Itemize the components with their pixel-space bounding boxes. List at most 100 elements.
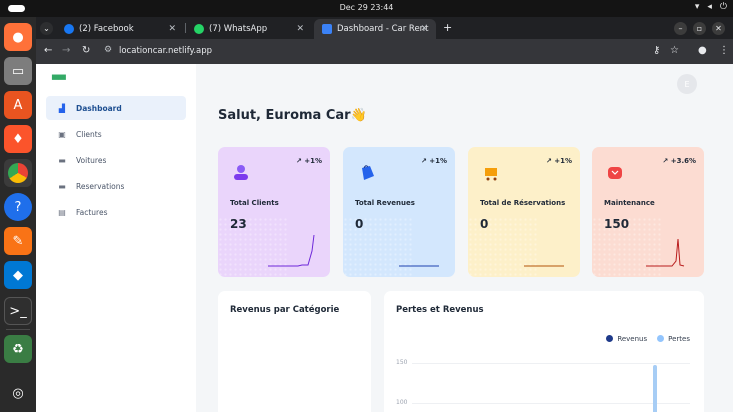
gridline [412,363,690,364]
card-value: 0 [355,217,364,231]
browser-window: ⌄ (2) Facebook ✕ (7) WhatsApp ✕ Dashboar… [36,17,733,412]
tab-label: (2) Facebook [79,24,134,34]
legend-label: Pertes [668,335,690,343]
car-logo-icon[interactable]: ▀▀ [52,76,66,86]
sidebar-item-clients[interactable]: ▣ Clients [46,122,186,146]
y-tick-label: 100 [396,399,408,406]
user-icon: ▣ [58,129,66,139]
trend-value: +1% [554,157,572,165]
chart-bar-pertes[interactable] [653,365,657,412]
os-top-bar: Dec 29 23:44 ▾ ◂ ⏻ [0,0,733,17]
sparkline [646,238,685,267]
brave-icon[interactable]: ♦ [4,125,32,153]
trash-icon[interactable]: ♻ [4,335,32,363]
sidebar-item-label: Dashboard [76,103,122,113]
sidebar-item-label: Factures [76,207,108,217]
tab-dashboard[interactable]: Dashboard - Car Rental A ✕ [314,19,436,39]
trend-badge: ↗ +1% [420,157,447,165]
clock[interactable]: Dec 29 23:44 [0,3,733,12]
card-label: Total Clients [230,199,279,207]
dashboard-favicon-icon [322,24,332,34]
menu-icon[interactable]: ⋮ [719,45,729,56]
reload-icon[interactable]: ↻ [82,45,90,56]
files-icon[interactable]: ▭ [4,57,32,85]
page-title: Salut, Euroma Car👋 [218,108,367,123]
wifi-icon: ▾ [694,2,700,12]
firefox-icon[interactable]: ● [4,23,32,51]
vscode-icon[interactable]: ◆ [4,261,32,289]
truck-icon: ▬ [58,181,66,191]
url-field[interactable]: locationcar.netlify.app [119,46,212,56]
tab-whatsapp[interactable]: (7) WhatsApp ✕ [186,19,312,39]
legend-item-revenus[interactable]: Revenus [606,335,647,343]
dock: ● ▭ A ♦ ? ✎ ◆ >_ ♻ ◎ [0,17,36,412]
close-icon[interactable]: ✕ [168,24,176,34]
new-tab-button[interactable]: + [443,21,452,34]
pen-icon[interactable]: ✎ [4,227,32,255]
app-center-icon[interactable]: A [4,91,32,119]
site-info-icon[interactable]: ⚙ [104,45,112,55]
sidebar-item-reservations[interactable]: ▬ Reservations [46,174,186,198]
chrome-icon[interactable] [4,159,32,187]
address-bar: ← → ↻ ⚙ locationcar.netlify.app ⚷ ☆ ● ⋮ [36,39,733,64]
bag-icon [355,161,377,183]
card-label: Maintenance [604,199,655,207]
help-icon[interactable]: ? [4,193,32,221]
profile-icon[interactable]: ● [698,45,707,56]
stat-card-clients[interactable]: ↗ +1% Total Clients 23 [218,147,330,277]
close-icon[interactable]: ✕ [420,24,428,34]
chart-legend: Revenus Pertes [606,335,690,343]
trend-badge: ↗ +3.6% [662,157,696,165]
card-value: 150 [604,217,630,231]
y-tick-label: 150 [396,359,408,366]
stat-card-revenues[interactable]: ↗ +1% Total Revenues 0 [343,147,455,277]
card-value: 0 [480,217,489,231]
sidebar-item-dashboard[interactable]: ▟ Dashboard [46,96,186,120]
sidebar-item-voitures[interactable]: ▬ Voitures [46,148,186,172]
stat-card-reservations[interactable]: ↗ +1% Total de Réservations 0 [468,147,580,277]
terminal-icon[interactable]: >_ [4,297,32,325]
tab-bar: ⌄ (2) Facebook ✕ (7) WhatsApp ✕ Dashboar… [36,17,733,39]
legend-swatch [606,335,614,342]
car-icon: ▬ [58,155,66,165]
trend-value: +3.6% [670,157,696,165]
tab-facebook[interactable]: (2) Facebook ✕ [56,19,184,39]
legend-label: Revenus [617,335,648,343]
revenue-by-category-panel: Revenus par Catégorie [218,291,371,412]
ubuntu-icon[interactable]: ◎ [4,379,32,407]
gridline [412,403,690,404]
close-icon[interactable]: ✕ [296,24,304,34]
losses-revenues-panel: Pertes et Revenus Revenus Pertes 150 100 [384,291,704,412]
sidebar: ▀▀ ▟ Dashboard ▣ Clients ▬ Voitures ▬ Re… [36,64,196,412]
tool-icon [604,161,626,183]
invoice-icon: ▤ [58,207,66,217]
user-icon [230,161,252,183]
legend-item-pertes[interactable]: Pertes [657,335,690,343]
tab-search-button[interactable]: ⌄ [40,22,53,35]
web-page: ▀▀ ▟ Dashboard ▣ Clients ▬ Voitures ▬ Re… [36,64,733,412]
card-value: 23 [230,217,247,231]
trend-value: +1% [304,157,322,165]
avatar[interactable]: E [677,74,697,94]
facebook-icon [64,24,74,34]
sparkline [399,265,439,267]
dock-separator [6,329,30,330]
back-icon[interactable]: ← [44,45,52,56]
forward-icon[interactable]: → [62,45,70,56]
star-icon[interactable]: ☆ [670,45,679,56]
close-window-button[interactable]: ✕ [712,22,725,35]
system-tray[interactable]: ▾ ◂ ⏻ [695,2,727,12]
panel-title: Revenus par Catégorie [230,305,340,315]
whatsapp-icon [194,24,204,34]
chart-icon: ▟ [58,103,66,113]
legend-swatch [657,335,665,342]
sidebar-item-label: Reservations [76,181,125,191]
restore-button[interactable]: ▫ [693,22,706,35]
minimize-button[interactable]: – [674,22,687,35]
power-icon: ⏻ [719,2,727,12]
sidebar-item-factures[interactable]: ▤ Factures [46,200,186,224]
tab-label: (7) WhatsApp [209,24,268,34]
volume-icon: ◂ [707,2,712,12]
key-icon[interactable]: ⚷ [653,45,660,56]
stat-card-maintenance[interactable]: ↗ +3.6% Maintenance 150 [592,147,704,277]
